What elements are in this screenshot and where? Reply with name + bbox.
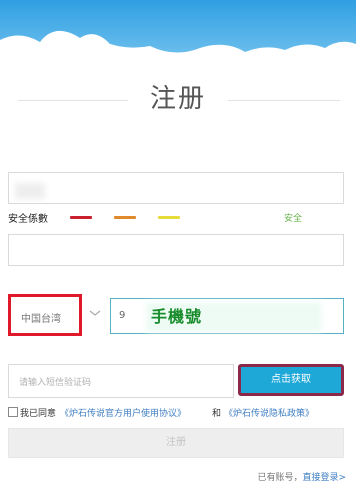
region-select[interactable]: 中国台湾: [8, 294, 82, 336]
strength-status: 安全: [284, 214, 303, 224]
username-input[interactable]: [8, 172, 344, 204]
cloud-banner-icon: [0, 0, 356, 70]
phone-prefix: 9: [119, 310, 126, 321]
agree-checkbox[interactable]: [8, 407, 18, 417]
agree-conjunction: 和: [212, 409, 222, 419]
have-account-text: 已有账号，: [257, 473, 303, 483]
chevron-down-icon[interactable]: [88, 308, 102, 318]
strength-bar-medium: [114, 216, 136, 219]
strength-bar-weak: [70, 216, 92, 219]
password-input[interactable]: [8, 234, 344, 266]
strength-bar-strong: [158, 216, 180, 219]
login-prompt: 已有账号，直接登录>: [257, 470, 346, 483]
strength-label: 安全係數: [8, 214, 48, 225]
get-code-button[interactable]: 点击获取: [238, 364, 344, 396]
privacy-link[interactable]: 《炉石传说隐私政策》: [224, 406, 314, 419]
register-button[interactable]: 注册: [8, 428, 344, 458]
password-strength: 安全係數 安全: [8, 208, 338, 226]
region-value: 中国台湾: [21, 314, 61, 325]
sms-code-placeholder: 请输入短信验证码: [19, 378, 92, 388]
sms-code-input[interactable]: 请输入短信验证码: [8, 364, 234, 398]
title-row: 注册: [0, 78, 356, 118]
login-link[interactable]: 直接登录>: [302, 473, 346, 483]
phone-overlay-label: 手機號: [151, 307, 203, 326]
blurred-username: [15, 183, 45, 199]
agreement-row: 我已同意 《炉石传说官方用户使用协议》 和 《炉石传说隐私政策》: [8, 405, 348, 419]
agree-prefix: 我已同意: [20, 409, 57, 419]
page-title: 注册: [149, 84, 206, 114]
title-divider-right: [228, 100, 340, 101]
title-divider-left: [18, 100, 128, 101]
terms-link[interactable]: 《炉石传说官方用户使用协议》: [60, 406, 186, 419]
phone-input[interactable]: 9 手機號: [110, 298, 344, 334]
